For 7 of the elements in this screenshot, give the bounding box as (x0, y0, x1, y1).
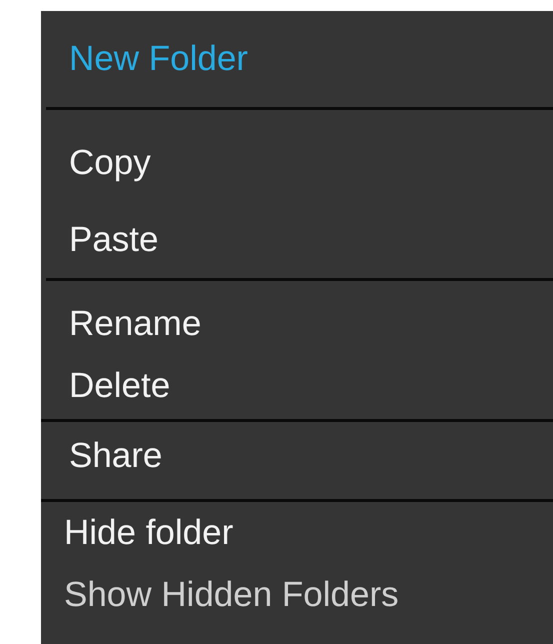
menu-item[interactable]: Share (41, 425, 162, 487)
menu-item[interactable]: Copy (41, 124, 151, 201)
menu-item[interactable]: Paste (41, 201, 158, 278)
menu-item[interactable]: Rename (41, 293, 202, 355)
menu-item[interactable]: Delete (41, 355, 170, 417)
menu-item[interactable]: Hide folder (41, 502, 234, 564)
menu-item[interactable]: New Folder (41, 28, 248, 90)
